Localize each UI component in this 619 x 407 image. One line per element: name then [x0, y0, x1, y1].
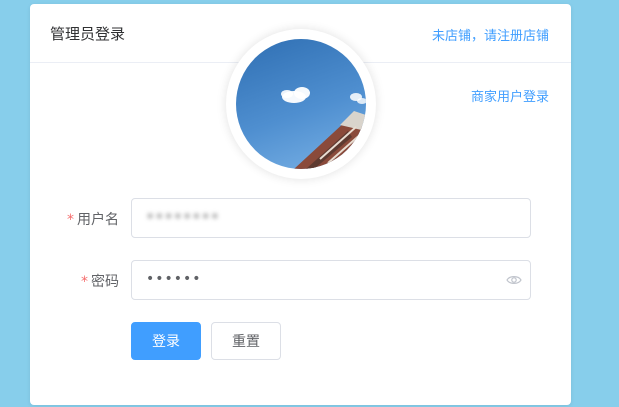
username-label-text: 用户名 — [77, 212, 119, 228]
password-row: * 密码 •••••• — [30, 260, 571, 300]
avatar-image — [236, 39, 366, 169]
reset-button[interactable]: 重置 — [211, 322, 281, 360]
register-shop-link[interactable]: 未店铺，请注册店铺 — [432, 25, 549, 44]
username-row: * 用户名 •••••••• — [30, 198, 571, 238]
sky-building-illustration — [281, 87, 366, 169]
password-label-text: 密码 — [91, 274, 119, 290]
merchant-login-link[interactable]: 商家用户登录 — [471, 86, 549, 105]
username-value: •••••••• — [146, 209, 221, 225]
password-value: •••••• — [146, 271, 202, 287]
username-input[interactable]: •••••••• — [131, 198, 531, 238]
button-row: 登录 重置 — [30, 322, 571, 362]
username-label: * 用户名 — [67, 209, 119, 229]
page-title: 管理员登录 — [50, 25, 126, 43]
required-mark: * — [81, 274, 88, 290]
eye-icon[interactable] — [506, 273, 522, 287]
password-label: * 密码 — [81, 271, 119, 291]
password-input[interactable]: •••••• — [131, 260, 531, 300]
required-mark: * — [67, 212, 74, 228]
login-card: 管理员登录 未店铺，请注册店铺 商家用户登录 * 用户名 •••••••• * … — [30, 4, 571, 405]
login-button[interactable]: 登录 — [131, 322, 201, 360]
avatar — [226, 29, 376, 179]
